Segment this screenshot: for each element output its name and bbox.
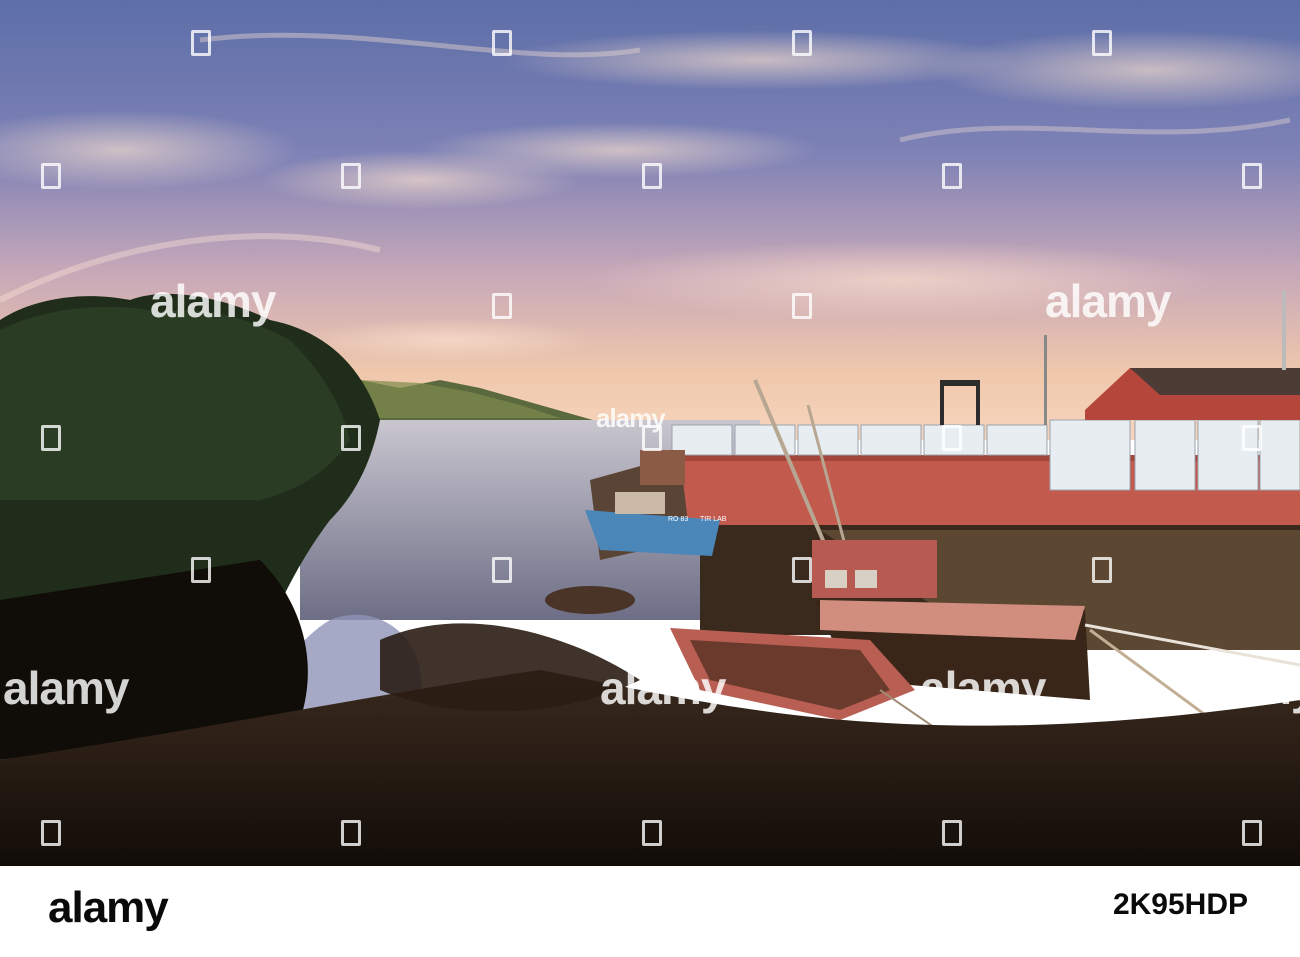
image-id: 2K95HDP bbox=[1112, 888, 1248, 921]
watermark-alamy: alamy bbox=[1190, 662, 1300, 714]
watermark-mark bbox=[191, 30, 211, 56]
watermark-mark bbox=[41, 820, 61, 846]
watermark-mark bbox=[492, 557, 512, 583]
watermark-mark bbox=[942, 163, 962, 189]
watermark-mark bbox=[41, 163, 61, 189]
watermark-mark bbox=[341, 163, 361, 189]
watermark-mark bbox=[942, 425, 962, 451]
watermark-mark bbox=[642, 163, 662, 189]
watermark-alamy: alamy bbox=[1045, 275, 1171, 327]
watermark-mark bbox=[642, 820, 662, 846]
watermark-alamy: alamy bbox=[600, 662, 726, 714]
watermark-mark bbox=[341, 820, 361, 846]
watermark-mark bbox=[792, 293, 812, 319]
watermark-mark bbox=[1242, 163, 1262, 189]
watermark-mark bbox=[341, 425, 361, 451]
watermark-mark bbox=[1242, 425, 1262, 451]
watermark-mark bbox=[492, 293, 512, 319]
boat-name: TIR LAB bbox=[700, 516, 727, 523]
watermark-mark bbox=[41, 425, 61, 451]
watermark-mark bbox=[942, 820, 962, 846]
watermark-mark bbox=[1092, 557, 1112, 583]
watermark-mark bbox=[1242, 820, 1262, 846]
alamy-logo: alamy bbox=[48, 883, 169, 932]
watermark-mark bbox=[191, 557, 211, 583]
watermark-mark bbox=[1092, 30, 1112, 56]
watermark-alamy: alamy bbox=[3, 662, 129, 714]
watermark-mark bbox=[792, 30, 812, 56]
watermark-mark bbox=[792, 557, 812, 583]
watermark-mark bbox=[642, 425, 662, 451]
footer-strip bbox=[0, 866, 1300, 957]
watermark-mark bbox=[492, 30, 512, 56]
watermark-alamy: alamy bbox=[920, 662, 1046, 714]
boat-registration: RO 83 bbox=[668, 516, 688, 523]
watermark-alamy: alamy bbox=[150, 275, 276, 327]
